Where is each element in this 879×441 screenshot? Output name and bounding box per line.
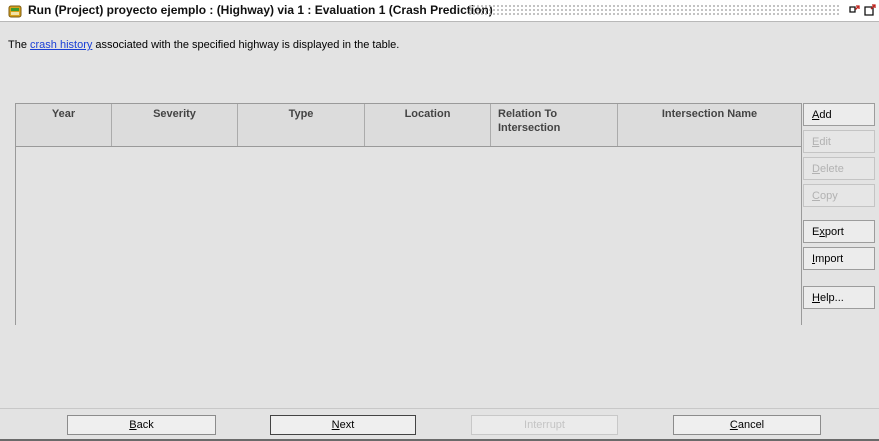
cancel-button[interactable]: Cancel (673, 415, 821, 435)
app-icon (8, 5, 22, 18)
column-header-relation-to-intersection[interactable]: Relation To Intersection (491, 104, 618, 146)
back-button[interactable]: Back (67, 415, 216, 435)
intro-text: The crash history associated with the sp… (8, 39, 399, 51)
maximize-icon[interactable] (863, 4, 876, 17)
column-header-type[interactable]: Type (238, 104, 365, 146)
crash-history-link[interactable]: crash history (30, 39, 92, 51)
footer-separator (0, 408, 879, 409)
next-button[interactable]: Next (270, 415, 416, 435)
column-header-location[interactable]: Location (365, 104, 491, 146)
interrupt-button[interactable]: Interrupt (471, 415, 618, 435)
help-button[interactable]: Help... (803, 286, 875, 309)
column-header-severity[interactable]: Severity (112, 104, 238, 146)
title-bar-grip (468, 4, 840, 17)
window-title: Run (Project) proyecto ejemplo : (Highwa… (28, 3, 493, 17)
import-button[interactable]: Import (803, 247, 875, 270)
column-header-year[interactable]: Year (16, 104, 112, 146)
edit-button[interactable]: Edit (803, 130, 875, 153)
crash-history-table[interactable]: Year Severity Type Location Relation To … (15, 103, 802, 325)
restore-icon[interactable] (848, 4, 861, 17)
intro-prefix: The (8, 39, 31, 51)
title-bar: Run (Project) proyecto ejemplo : (Highwa… (0, 0, 879, 22)
add-button[interactable]: Add (803, 103, 875, 126)
copy-button[interactable]: Copy (803, 184, 875, 207)
intro-suffix: associated with the specified highway is… (92, 39, 400, 51)
export-button[interactable]: Export (803, 220, 875, 243)
table-body (16, 147, 801, 325)
column-header-intersection-name[interactable]: Intersection Name (618, 104, 801, 146)
delete-button[interactable]: Delete (803, 157, 875, 180)
table-header: Year Severity Type Location Relation To … (16, 103, 801, 147)
